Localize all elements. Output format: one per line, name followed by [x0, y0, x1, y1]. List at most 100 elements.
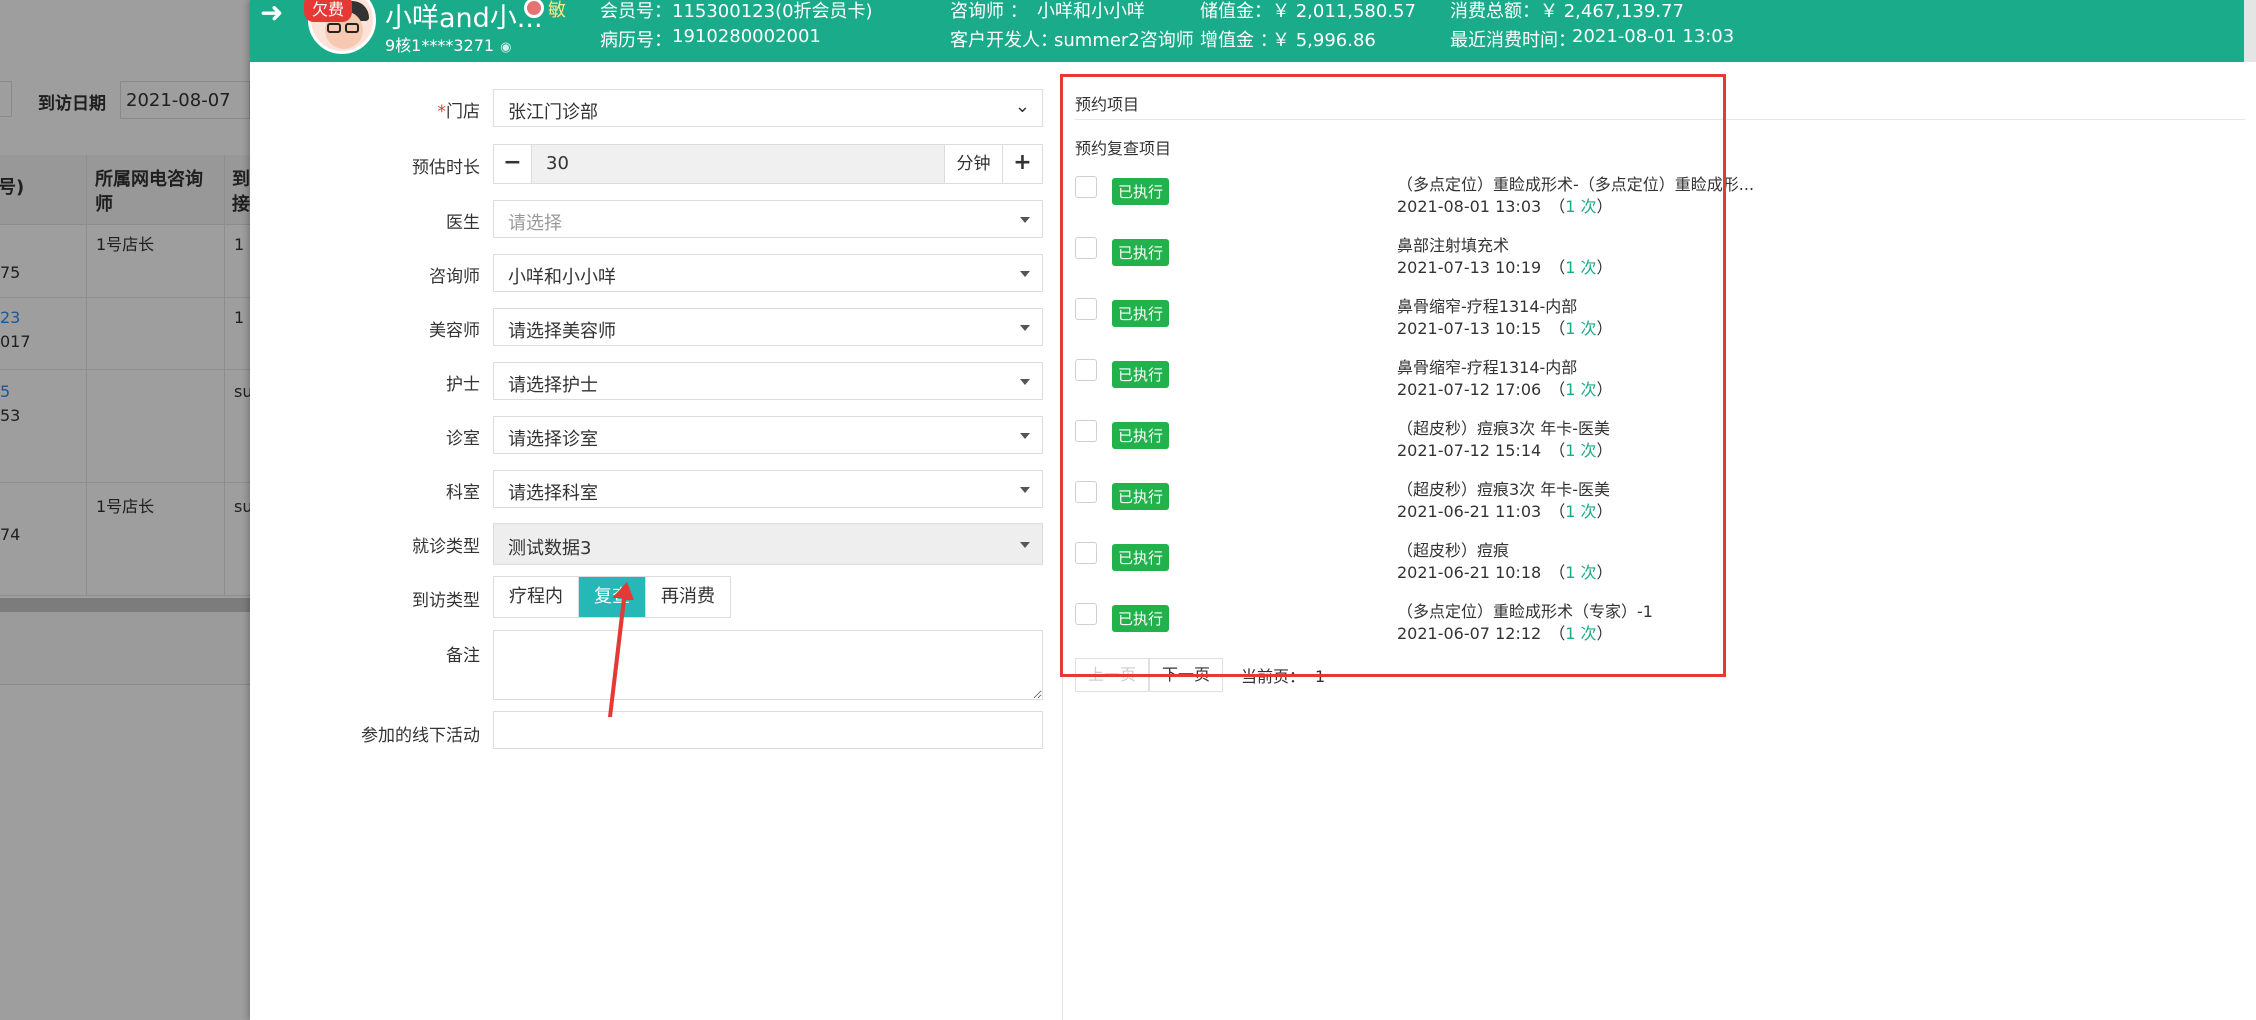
project-name: 鼻骨缩窄-疗程1314-内部	[1397, 358, 1578, 377]
project-meta: 2021-07-13 10:15 （1 次）	[1397, 319, 1613, 338]
project-time: 2021-07-12 17:06	[1397, 380, 1542, 399]
department-select[interactable]: 请选择科室	[493, 470, 1043, 508]
bonus-value: ￥ 5,996.86	[1272, 30, 1376, 51]
item-checkbox[interactable]	[1075, 237, 1097, 259]
record-no-label: 病历号：	[600, 30, 672, 51]
project-meta: 2021-07-13 10:19 （1 次）	[1397, 258, 1613, 277]
visit-type-segmented: 疗程内 复查 再消费	[493, 576, 731, 618]
customer-phone: 9核1****3271 ◉	[385, 32, 511, 56]
list-item: 已执行 鼻骨缩窄-疗程1314-内部 2021-07-12 17:06 （1 次…	[1075, 358, 1775, 414]
caret-down-icon	[1020, 325, 1030, 331]
visit-type-option-review[interactable]: 复查	[579, 577, 646, 617]
debt-badge: 欠费	[304, 0, 353, 22]
room-select[interactable]: 请选择诊室	[493, 416, 1043, 454]
eye-icon[interactable]: ◉	[500, 40, 511, 55]
executed-badge: 已执行	[1112, 483, 1170, 510]
pagination: 上一页 下一页 当前页： 1	[1075, 658, 1325, 692]
list-item: 已执行 （超皮秒）痘痕 2021-06-21 10:18 （1 次）	[1075, 541, 1775, 597]
item-checkbox[interactable]	[1075, 176, 1097, 198]
total-spent-label: 消费总额：	[1450, 1, 1540, 22]
project-count: 1 次	[1565, 319, 1597, 338]
back-arrow-icon[interactable]: ➜	[260, 0, 283, 29]
caret-down-icon	[1020, 271, 1030, 277]
phone-number: 9核1****3271	[385, 36, 495, 55]
list-item: 已执行 （多点定位）重睑成形术（专家）-1 2021-06-07 12:12 （…	[1075, 602, 1775, 658]
caret-down-icon	[1020, 542, 1030, 548]
prev-page-button[interactable]: 上一页	[1075, 658, 1150, 692]
consultant-name: 小咩和小小咩	[1037, 1, 1145, 22]
remark-label: 备注	[446, 646, 480, 666]
member-no: 115300123(0折会员卡)	[672, 1, 873, 22]
doctor-label: 医生	[446, 213, 480, 233]
bonus-value-label: 增值金 ：	[1200, 30, 1278, 51]
record-no: 1910280002001	[672, 26, 821, 47]
item-checkbox[interactable]	[1075, 542, 1097, 564]
duration-unit: 分钟	[944, 145, 1002, 183]
beautician-label: 美容师	[429, 321, 480, 341]
project-time: 2021-06-21 11:03	[1397, 502, 1542, 521]
remark-textarea[interactable]	[493, 630, 1043, 700]
member-no-label: 会员号：	[600, 1, 672, 22]
modal-overlay[interactable]	[0, 0, 250, 1020]
store-label: *门店	[437, 102, 481, 122]
stored-value: ￥ 2,011,580.57	[1272, 1, 1416, 22]
item-checkbox[interactable]	[1075, 603, 1097, 625]
last-consume-label: 最近消费时间：	[1450, 30, 1576, 51]
executed-badge: 已执行	[1112, 300, 1170, 327]
item-checkbox[interactable]	[1075, 359, 1097, 381]
project-time: 2021-06-21 10:18	[1397, 563, 1542, 582]
item-checkbox[interactable]	[1075, 481, 1097, 503]
beautician-select[interactable]: 请选择美容师	[493, 308, 1043, 346]
nurse-select[interactable]: 请选择护士	[493, 362, 1043, 400]
consultant-field-label: 咨询师	[429, 267, 480, 287]
next-page-button[interactable]: 下一页	[1149, 658, 1224, 692]
item-checkbox[interactable]	[1075, 420, 1097, 442]
developer-name: summer2咨询师	[1054, 30, 1194, 51]
activity-input[interactable]	[493, 711, 1043, 749]
project-count: 1 次	[1565, 563, 1597, 582]
consultant-value: 小咩和小小咩	[508, 267, 616, 288]
project-time: 2021-07-13 10:19	[1397, 258, 1542, 277]
store-value: 张江门诊部	[508, 102, 598, 123]
chevron-down-icon: ⌄	[1014, 96, 1030, 117]
executed-badge: 已执行	[1112, 544, 1170, 571]
drawer-scrollbar[interactable]	[2244, 0, 2256, 62]
list-item: 已执行 （多点定位）重睑成形术-（多点定位）重睑成形... 2021-08-01…	[1075, 175, 1775, 231]
project-count: 1 次	[1565, 258, 1597, 277]
project-count: 1 次	[1565, 502, 1597, 521]
project-name: （超皮秒）痘痕3次 年卡-医美	[1397, 419, 1611, 438]
doctor-select[interactable]: 请选择	[493, 200, 1043, 238]
decrease-button[interactable]: −	[494, 145, 532, 183]
project-count: 1 次	[1565, 624, 1597, 643]
duration-stepper: − 30 分钟 +	[493, 144, 1043, 184]
visit-type-option-reconsume[interactable]: 再消费	[646, 577, 730, 617]
project-name: 鼻部注射填充术	[1397, 236, 1510, 255]
project-name: （多点定位）重睑成形术-（多点定位）重睑成形...	[1397, 175, 1755, 194]
project-meta: 2021-08-01 13:03 （1 次）	[1397, 197, 1613, 216]
visit-type-option-treatment[interactable]: 疗程内	[494, 577, 579, 617]
visit-kind-select[interactable]: 测试数据3	[493, 523, 1043, 565]
nurse-placeholder: 请选择护士	[508, 375, 598, 396]
consultant-select[interactable]: 小咩和小小咩	[493, 254, 1043, 292]
sensitive-tag: 敏	[548, 0, 566, 21]
project-time: 2021-07-12 15:14	[1397, 441, 1542, 460]
executed-badge: 已执行	[1112, 605, 1170, 632]
store-select[interactable]: 张江门诊部 ⌄	[493, 89, 1043, 127]
item-checkbox[interactable]	[1075, 298, 1097, 320]
customer-name: 小咩and小...	[385, 3, 543, 34]
room-label: 诊室	[446, 429, 480, 449]
project-count: 1 次	[1565, 380, 1597, 399]
list-item: 已执行 （超皮秒）痘痕3次 年卡-医美 2021-07-12 15:14 （1 …	[1075, 419, 1775, 475]
last-consume-time: 2021-08-01 13:03	[1572, 26, 1735, 47]
project-count: 1 次	[1565, 441, 1597, 460]
list-item: 已执行 鼻部注射填充术 2021-07-13 10:19 （1 次）	[1075, 236, 1775, 292]
stored-value-label: 储值金：	[1200, 1, 1272, 22]
developer-label: 客户开发人：	[950, 30, 1058, 51]
project-name: 鼻骨缩窄-疗程1314-内部	[1397, 297, 1578, 316]
project-meta: 2021-07-12 15:14 （1 次）	[1397, 441, 1613, 460]
panel-divider	[1062, 75, 1063, 1020]
increase-button[interactable]: +	[1002, 145, 1042, 183]
list-item: 已执行 鼻骨缩窄-疗程1314-内部 2021-07-13 10:15 （1 次…	[1075, 297, 1775, 353]
current-page-number: 1	[1315, 667, 1326, 686]
duration-input[interactable]: 30	[532, 145, 944, 183]
